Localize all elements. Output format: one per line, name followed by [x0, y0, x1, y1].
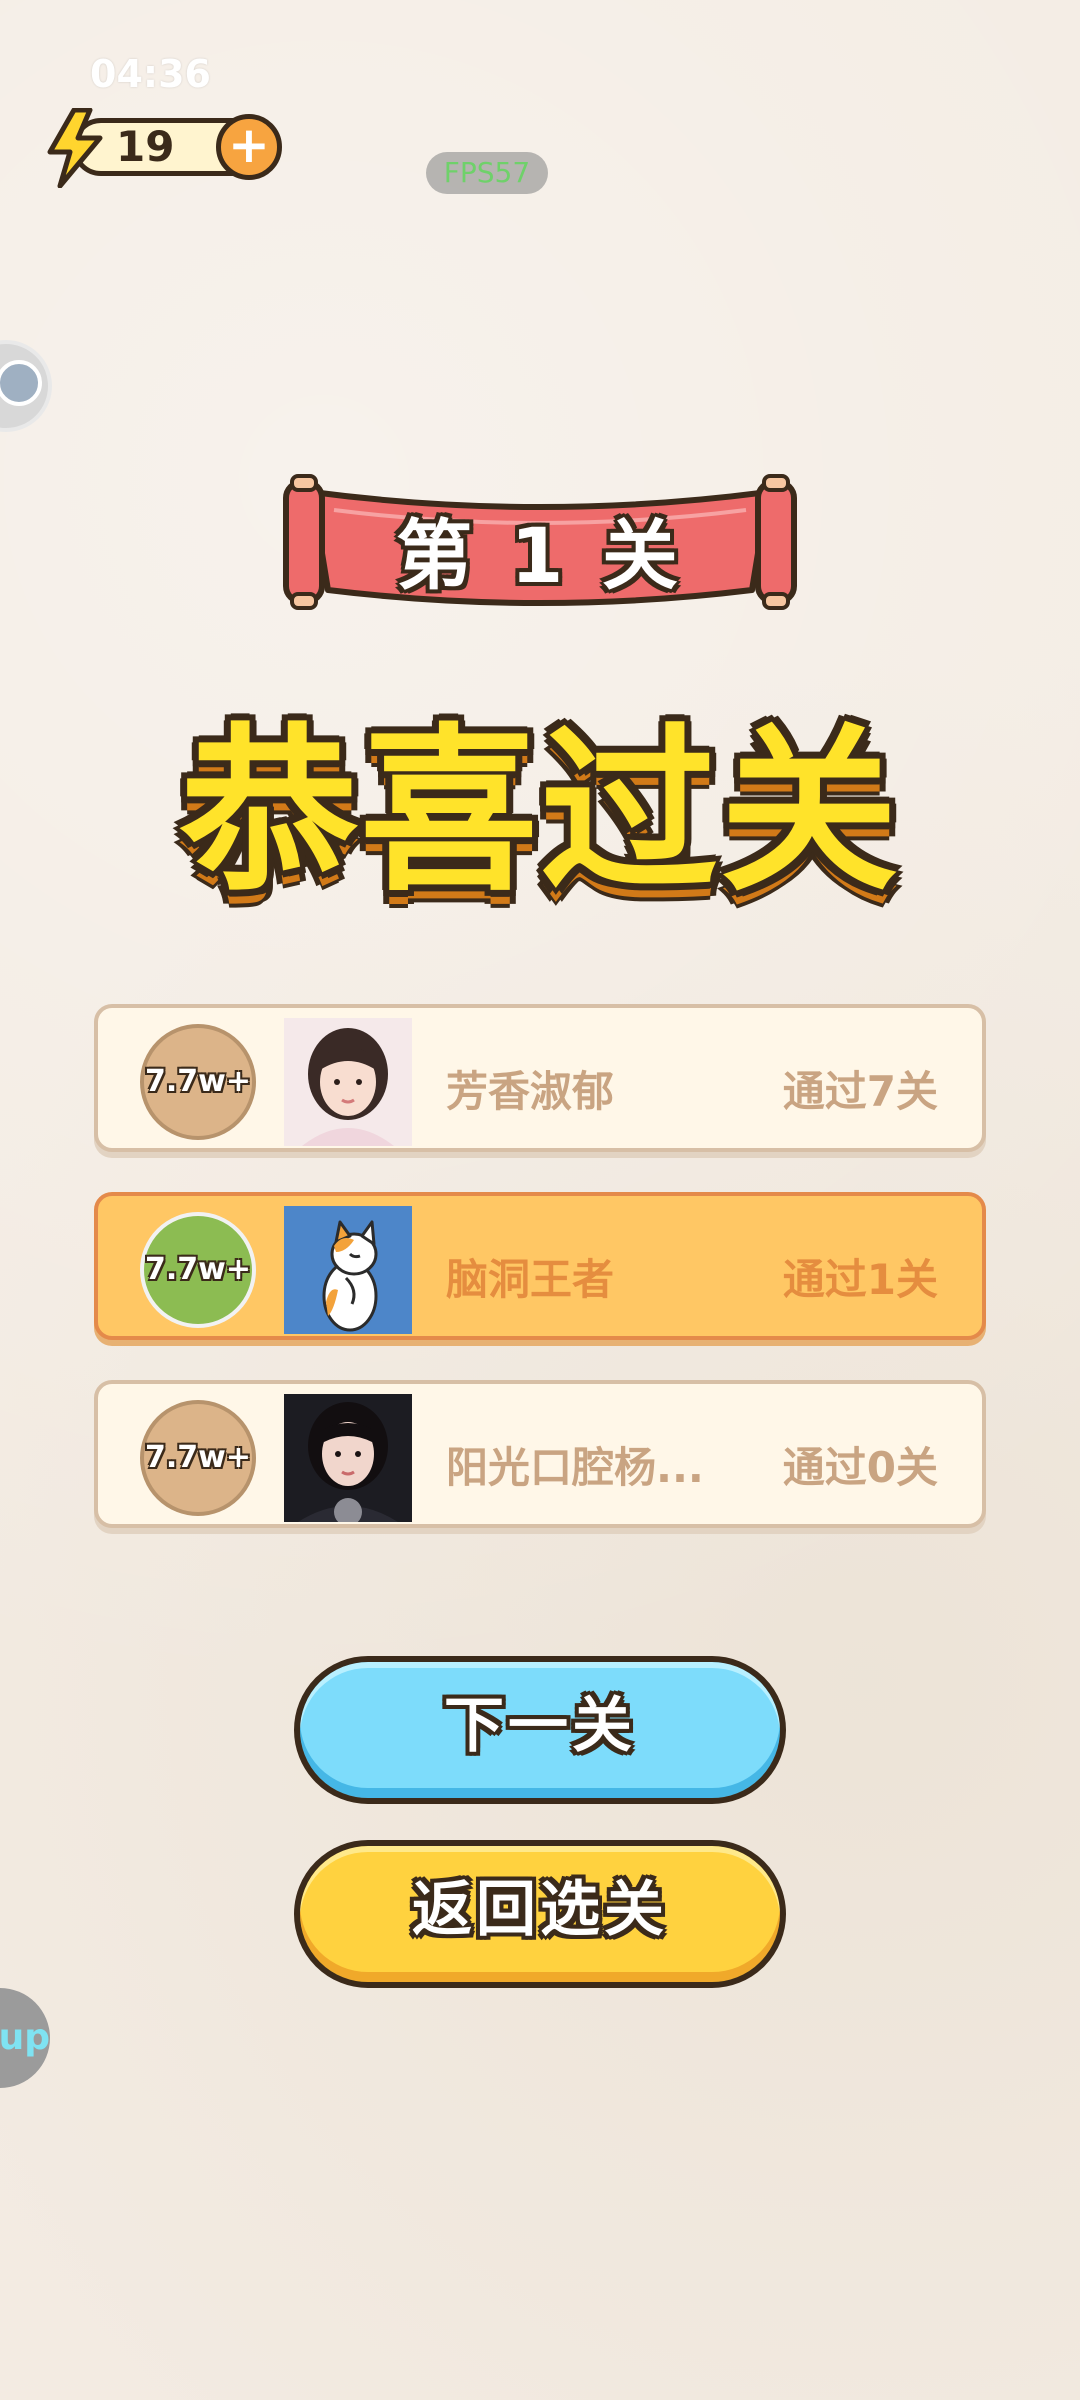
lightning-bolt-icon: [47, 108, 103, 188]
floating-assist-button[interactable]: [0, 340, 52, 432]
girl-portrait-icon: [284, 1018, 412, 1146]
rank-badge: 7.7w+: [140, 1212, 256, 1328]
level-title: 第 1 关: [396, 511, 684, 600]
player-avatar: [284, 1394, 412, 1522]
status-time: 04:36: [90, 52, 211, 96]
energy-value: 19: [116, 122, 175, 171]
floating-help-button[interactable]: up: [0, 1988, 50, 2088]
add-energy-button[interactable]: +: [216, 114, 282, 180]
ranking-row-1: 7.7w+ 芳香淑郁 通过7关: [94, 1004, 986, 1152]
ranking-row-self: 7.7w+ 脑洞王者 通过1关: [94, 1192, 986, 1340]
next-level-button[interactable]: 下一关: [294, 1656, 786, 1804]
player-progress: 通过0关: [782, 1443, 938, 1492]
player-name: 芳香淑郁: [446, 1067, 615, 1116]
player-name: 脑洞王者: [446, 1255, 615, 1304]
ranking-row-3: 7.7w+ 阳光口腔杨... 通过0关: [94, 1380, 986, 1528]
assist-icon: [0, 360, 42, 406]
woman-portrait-icon: [284, 1394, 412, 1522]
player-name: 阳光口腔杨...: [446, 1443, 704, 1492]
back-to-level-select-button[interactable]: 返回选关: [294, 1840, 786, 1988]
player-progress: 通过7关: [782, 1067, 938, 1116]
congrats-headline: 恭喜过关: [180, 708, 900, 915]
rank-badge: 7.7w+: [140, 1400, 256, 1516]
player-avatar: [284, 1206, 412, 1334]
rank-badge: 7.7w+: [140, 1024, 256, 1140]
level-banner: 第 1 关: [282, 470, 798, 630]
player-progress: 通过1关: [782, 1255, 938, 1304]
help-label: up: [0, 2017, 50, 2058]
player-avatar: [284, 1018, 412, 1146]
fps-indicator: FPS57: [426, 152, 548, 194]
cat-avatar-icon: [284, 1206, 412, 1334]
energy-counter: 19 +: [44, 108, 284, 188]
